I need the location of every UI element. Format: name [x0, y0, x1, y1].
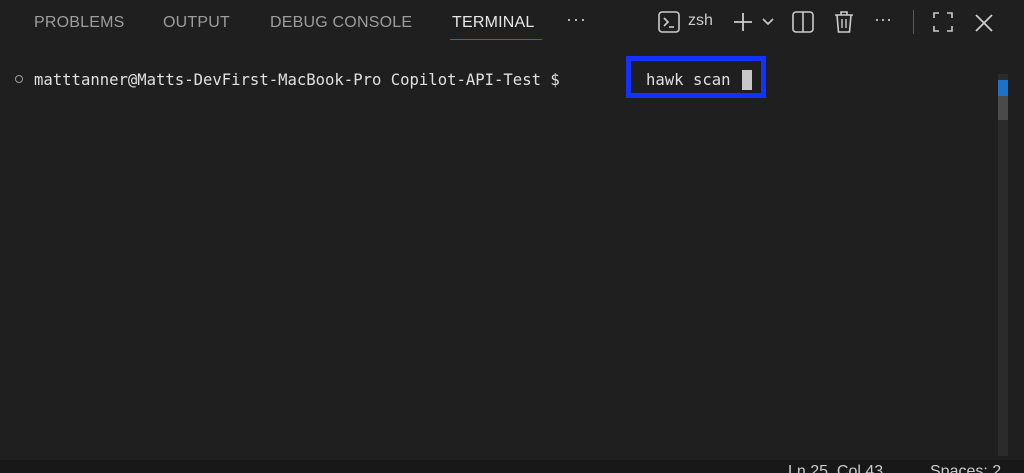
terminal-area[interactable] — [0, 48, 1024, 460]
more-icon[interactable]: ··· — [874, 9, 892, 30]
maximize-icon[interactable] — [933, 12, 953, 32]
command-highlight-box — [626, 56, 766, 98]
toolbar-divider — [913, 10, 914, 34]
chevron-down-icon[interactable] — [762, 18, 774, 26]
terminal-scrollbar[interactable] — [998, 74, 1008, 456]
tab-debug-console[interactable]: DEBUG CONSOLE — [270, 0, 412, 40]
split-icon[interactable] — [792, 11, 814, 33]
panel-tab-bar: PROBLEMS OUTPUT DEBUG CONSOLE TERMINAL ·… — [0, 0, 1024, 48]
shell-name-label[interactable]: zsh — [688, 12, 713, 30]
status-indentation[interactable]: Spaces: 2 — [930, 463, 1001, 473]
status-bar: Ln 25, Col 43 Spaces: 2 — [0, 460, 1024, 473]
plus-icon[interactable] — [733, 12, 753, 32]
terminal-prompt: matttanner@Matts-DevFirst-MacBook-Pro Co… — [34, 71, 560, 89]
trash-icon[interactable] — [834, 10, 854, 34]
scrollbar-marker — [998, 80, 1008, 96]
active-tab-indicator — [450, 39, 542, 40]
terminal-icon[interactable] — [658, 11, 680, 33]
status-cursor-position[interactable]: Ln 25, Col 43 — [788, 463, 883, 473]
more-tabs-button[interactable]: ··· — [566, 9, 587, 30]
close-icon[interactable] — [975, 14, 993, 32]
scrollbar-thumb[interactable] — [998, 96, 1008, 120]
tab-problems[interactable]: PROBLEMS — [34, 0, 125, 40]
tab-output[interactable]: OUTPUT — [163, 0, 230, 40]
tab-terminal[interactable]: TERMINAL — [452, 0, 535, 40]
command-status-circle-icon[interactable] — [15, 75, 23, 83]
